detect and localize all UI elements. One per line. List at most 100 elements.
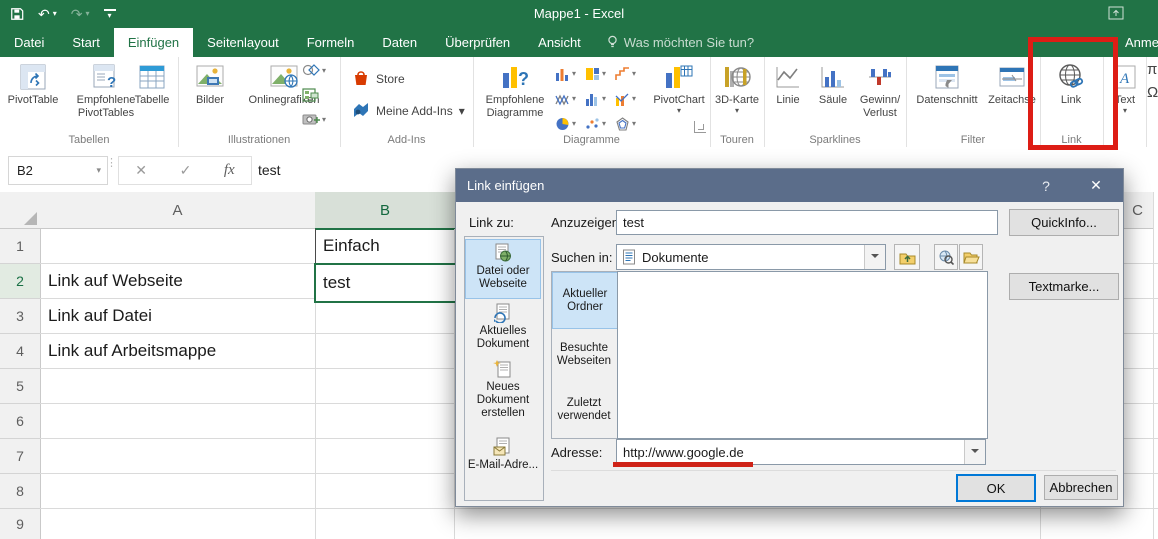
pivottable-icon xyxy=(19,60,47,94)
tab-daten[interactable]: Daten xyxy=(368,28,431,57)
datenschnitt-button[interactable]: Datenschnitt xyxy=(908,60,986,107)
column-chart-icon xyxy=(556,68,568,81)
meine-addins-button[interactable]: Meine Add-Ins ▾ xyxy=(352,101,465,120)
cancel-icon[interactable]: ✕ xyxy=(135,162,147,179)
empfohlene-diagramme-button[interactable]: ? Empfohlene Diagramme xyxy=(477,60,553,120)
current-document-icon xyxy=(494,303,510,323)
histogram-chart-button[interactable]: ▾ xyxy=(585,92,615,106)
tabelle-button[interactable]: Tabelle xyxy=(128,60,176,107)
column-header-b[interactable]: B xyxy=(315,192,456,230)
sidebar-item-datei-oder-webseite[interactable]: Datei oder Webseite xyxy=(465,239,541,299)
name-box[interactable]: B2 ▾ xyxy=(8,156,108,185)
line-chart-button[interactable]: ▾ xyxy=(555,92,585,106)
sparkline-gewinn-verlust-button[interactable]: Gewinn/ Verlust xyxy=(856,60,904,120)
quickinfo-button[interactable]: QuickInfo... xyxy=(1009,209,1119,236)
row-header-4[interactable]: 4 xyxy=(0,334,41,369)
tab-zuletzt-verwendet[interactable]: Zuletzt verwendet xyxy=(552,382,616,437)
tab-aktueller-ordner[interactable]: Aktueller Ordner xyxy=(552,272,618,329)
equation-pi-button[interactable]: π xyxy=(1147,61,1158,78)
svg-text:A: A xyxy=(1119,71,1130,87)
cell-a4[interactable]: Link auf Arbeitsmappe xyxy=(41,334,321,368)
cell-a3[interactable]: Link auf Datei xyxy=(41,299,321,333)
textmarke-button[interactable]: Textmarke... xyxy=(1009,273,1119,300)
symbol-omega-button[interactable]: Ω xyxy=(1147,84,1158,101)
group-diagramme: ? Empfohlene Diagramme ▾ ▾ ▾ ▾ ▾ ▾ ▾ ▾ ▾… xyxy=(473,57,711,147)
dialog-help-button[interactable]: ? xyxy=(1031,169,1061,202)
column-header-a[interactable]: A xyxy=(40,192,316,229)
formen-button[interactable]: ▾ xyxy=(302,62,326,78)
pictures-icon xyxy=(195,60,225,94)
dialog-launcher-icon[interactable] xyxy=(694,121,706,133)
screenshot-button[interactable]: ▾ xyxy=(302,112,326,126)
tell-me-search[interactable]: Was möchten Sie tun? xyxy=(595,28,766,57)
dialog-close-button[interactable]: ✕ xyxy=(1079,169,1113,202)
cell-b2-selected[interactable]: test xyxy=(314,263,466,304)
select-all-corner[interactable] xyxy=(0,192,41,229)
chevron-down-icon[interactable] xyxy=(964,440,985,464)
ok-button[interactable]: OK xyxy=(956,474,1036,502)
tab-einfuegen[interactable]: Einfügen xyxy=(113,28,194,57)
tab-start[interactable]: Start xyxy=(58,28,113,57)
histogram-chart-icon xyxy=(586,93,597,106)
radar-chart-button[interactable]: ▾ xyxy=(615,116,645,131)
sparkline-linie-button[interactable]: Linie xyxy=(766,60,810,107)
formula-bar-grip[interactable]: ⋮ xyxy=(106,158,117,169)
enter-icon[interactable]: ✓ xyxy=(180,162,192,179)
display-text-input[interactable]: test xyxy=(616,210,998,235)
sidebar-item-aktuelles-dokument[interactable]: Aktuelles Dokument xyxy=(466,300,540,355)
cell-a2[interactable]: Link auf Webseite xyxy=(41,264,321,298)
tab-ueberpruefen[interactable]: Überprüfen xyxy=(431,28,524,57)
tab-formeln[interactable]: Formeln xyxy=(293,28,369,57)
ribbon-display-options-button[interactable] xyxy=(1108,6,1124,20)
sparkline-saeule-button[interactable]: Säule xyxy=(810,60,856,107)
up-one-folder-button[interactable] xyxy=(894,244,920,270)
sidebar-item-neues-dokument[interactable]: Neues Dokument erstellen xyxy=(466,356,540,425)
row-header-2[interactable]: 2 xyxy=(0,264,41,299)
pie-chart-button[interactable]: ▾ xyxy=(555,117,585,131)
tab-ansicht[interactable]: Ansicht xyxy=(524,28,595,57)
smartart-button[interactable] xyxy=(302,87,320,103)
pivotchart-button[interactable]: PivotChart ▾ xyxy=(651,60,707,115)
chevron-down-icon: ▾ xyxy=(1122,106,1127,115)
row-header-3[interactable]: 3 xyxy=(0,299,41,334)
tab-seitenlayout[interactable]: Seitenlayout xyxy=(193,28,293,57)
row-header-6[interactable]: 6 xyxy=(0,404,41,439)
tab-besuchte-webseiten[interactable]: Besuchte Webseiten xyxy=(552,327,616,382)
store-button[interactable]: Store xyxy=(352,69,405,89)
column-header-c[interactable]: C xyxy=(1122,192,1154,229)
sign-in-button[interactable]: Anmeld xyxy=(1125,28,1158,57)
bilder-button[interactable]: Bilder xyxy=(184,60,236,107)
row-header-5[interactable]: 5 xyxy=(0,369,41,404)
combo-chart-button[interactable]: ▾ xyxy=(615,92,645,106)
scatter-chart-button[interactable]: ▾ xyxy=(585,117,615,131)
treemap-chart-button[interactable]: ▾ xyxy=(585,67,615,81)
pivottable-button[interactable]: PivotTable xyxy=(2,60,64,107)
browse-web-button[interactable] xyxy=(934,244,958,270)
ribbon-tab-bar: Datei Start Einfügen Seitenlayout Formel… xyxy=(0,28,1158,57)
link-to-sidebar: Datei oder Webseite Aktuelles Dokument N… xyxy=(464,236,544,501)
dialog-titlebar[interactable]: Link einfügen xyxy=(456,169,1123,202)
file-list[interactable] xyxy=(617,271,988,439)
look-in-dropdown[interactable]: Dokumente xyxy=(616,244,886,270)
browse-file-button[interactable] xyxy=(959,244,983,270)
row-header-1[interactable]: 1 xyxy=(0,229,41,264)
waterfall-chart-button[interactable]: ▾ xyxy=(615,66,645,81)
sidebar-item-email-adresse[interactable]: E-Mail-Adre... xyxy=(466,434,540,489)
shapes-icon: ▾ xyxy=(302,62,326,78)
chevron-down-icon[interactable] xyxy=(864,245,885,269)
row-header-9[interactable]: 9 xyxy=(0,509,41,539)
scatter-chart-icon xyxy=(586,117,599,129)
documents-icon xyxy=(623,249,635,265)
column-chart-button[interactable]: ▾ xyxy=(555,67,585,81)
chevron-down-icon: ▾ xyxy=(676,106,681,115)
cell-b1[interactable]: Einfach xyxy=(315,229,463,264)
insert-hyperlink-dialog: Link einfügen ? ✕ Link zu: Datei oder We… xyxy=(455,168,1124,507)
3d-karte-button[interactable]: 3D-Karte ▾ xyxy=(713,60,761,115)
row-header-7[interactable]: 7 xyxy=(0,439,41,474)
tab-datei[interactable]: Datei xyxy=(0,28,58,57)
group-illustrationen: Bilder Onlinegrafiken ▾ ▾ Illustrationen xyxy=(178,57,341,147)
chevron-down-icon: ▾ xyxy=(458,103,465,118)
cancel-button[interactable]: Abbrechen xyxy=(1044,475,1118,500)
row-header-8[interactable]: 8 xyxy=(0,474,41,509)
insert-function-icon[interactable]: fx xyxy=(224,162,235,179)
